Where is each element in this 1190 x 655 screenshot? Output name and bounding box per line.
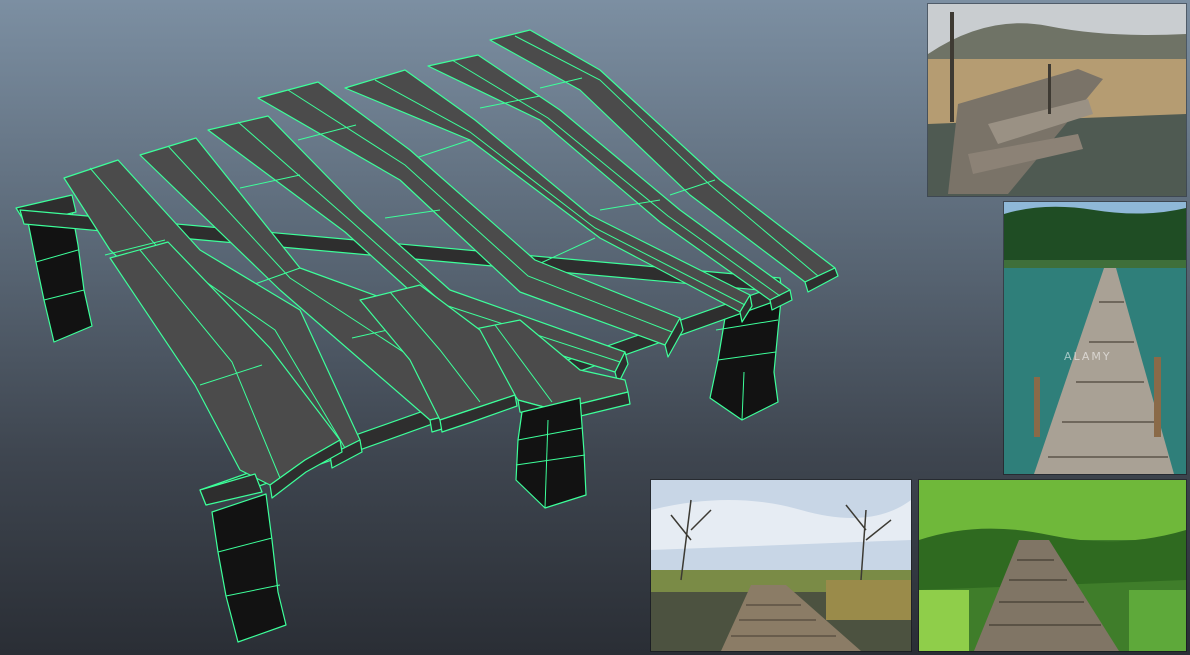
reference-photo-jungle-walkway[interactable]: [919, 480, 1186, 651]
watermark-text: ALAMY: [1064, 350, 1112, 363]
post-front-mid[interactable]: [515, 397, 587, 509]
reference-photo-tropical-boardwalk[interactable]: ALAMY: [1004, 202, 1186, 474]
reference-photo-reeds-dock[interactable]: [928, 4, 1186, 196]
reference-photo-marsh-boardwalk[interactable]: [651, 480, 911, 651]
3d-viewport[interactable]: .top{fill:#4b4b4b;stroke:#3dff9a;stroke-…: [0, 0, 1190, 655]
post-front-left[interactable]: [199, 473, 287, 643]
